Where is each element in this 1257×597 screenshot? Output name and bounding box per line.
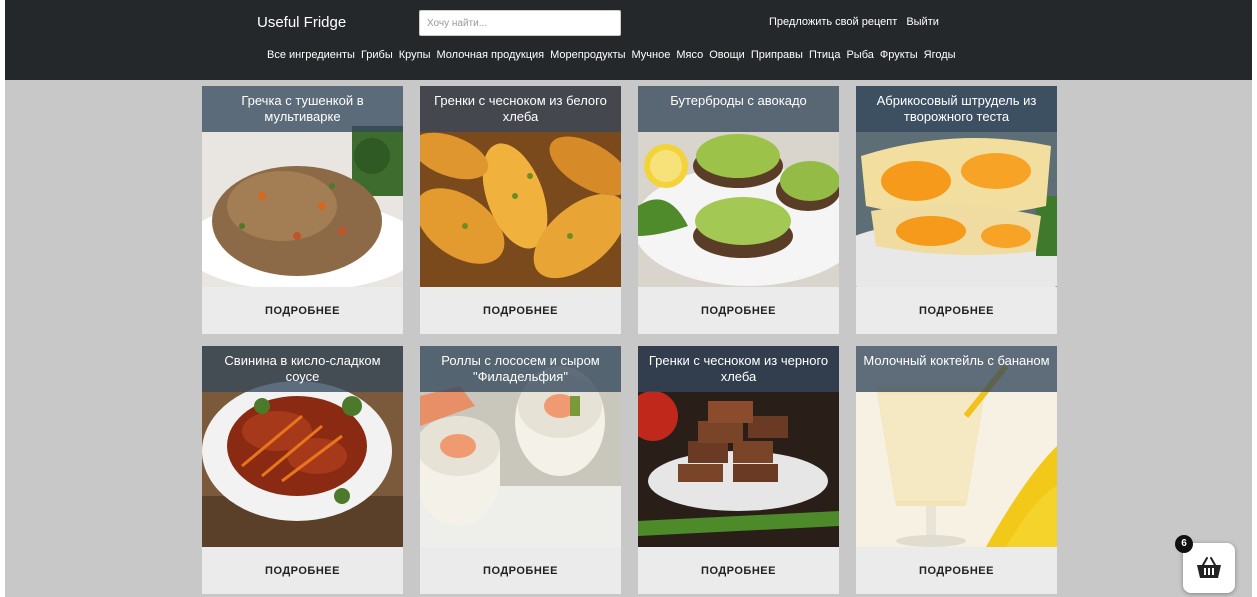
recipe-card: Гренки с чесноком из белого хлеба ПОДРОБ…: [420, 86, 621, 334]
recipe-card: Абрикосовый штрудель из творожного теста…: [856, 86, 1057, 334]
page-border-right: [1252, 0, 1257, 597]
details-button[interactable]: ПОДРОБНЕЕ: [202, 287, 403, 334]
page-border-left: [0, 0, 5, 597]
cart-count-badge: 6: [1175, 535, 1193, 553]
brand-logo-link[interactable]: Useful Fridge: [257, 14, 346, 31]
category-flour[interactable]: Мучное: [632, 49, 671, 61]
recipe-title: Свинина в кисло-сладком соусе: [202, 346, 403, 392]
category-seasonings[interactable]: Приправы: [751, 49, 803, 61]
recipe-card: Гречка с тушенкой в мультиварке ПОДРОБНЕ…: [202, 86, 403, 334]
details-button[interactable]: ПОДРОБНЕЕ: [420, 547, 621, 594]
category-grains[interactable]: Крупы: [399, 49, 431, 61]
recipe-title: Гречка с тушенкой в мультиварке: [202, 86, 403, 132]
category-seafood[interactable]: Морепродукты: [550, 49, 625, 61]
recipe-card: Свинина в кисло-сладком соусе ПОДРОБНЕЕ: [202, 346, 403, 594]
details-button[interactable]: ПОДРОБНЕЕ: [420, 287, 621, 334]
recipe-card: Роллы с лососем и сыром "Филадельфия" ПО…: [420, 346, 621, 594]
search-input[interactable]: [419, 10, 621, 36]
category-dairy[interactable]: Молочная продукция: [437, 49, 545, 61]
category-fish[interactable]: Рыба: [846, 49, 873, 61]
category-poultry[interactable]: Птица: [809, 49, 841, 61]
category-fruits[interactable]: Фрукты: [880, 49, 918, 61]
details-button[interactable]: ПОДРОБНЕЕ: [638, 287, 839, 334]
recipe-card: Молочный коктейль с бананом ПОДРОБНЕЕ: [856, 346, 1057, 594]
category-berries[interactable]: Ягоды: [924, 49, 956, 61]
category-mushrooms[interactable]: Грибы: [361, 49, 393, 61]
logout-link[interactable]: Выйти: [906, 16, 939, 28]
category-nav: Все ингредиенты Грибы Крупы Молочная про…: [267, 49, 956, 61]
cart-button[interactable]: [1183, 543, 1235, 593]
category-all-ingredients[interactable]: Все ингредиенты: [267, 49, 355, 61]
details-button[interactable]: ПОДРОБНЕЕ: [202, 547, 403, 594]
suggest-recipe-link[interactable]: Предложить свой рецепт: [769, 16, 897, 28]
details-button[interactable]: ПОДРОБНЕЕ: [856, 287, 1057, 334]
recipe-title: Роллы с лососем и сыром "Филадельфия": [420, 346, 621, 392]
recipe-grid: Гречка с тушенкой в мультиварке ПОДРОБНЕ…: [202, 86, 1057, 594]
details-button[interactable]: ПОДРОБНЕЕ: [638, 547, 839, 594]
recipe-title: Гренки с чесноком из черного хлеба: [638, 346, 839, 392]
recipe-title: Бутерброды с авокадо: [638, 86, 839, 132]
recipe-title: Абрикосовый штрудель из творожного теста: [856, 86, 1057, 132]
category-vegetables[interactable]: Овощи: [709, 49, 745, 61]
category-meat[interactable]: Мясо: [676, 49, 703, 61]
details-button[interactable]: ПОДРОБНЕЕ: [856, 547, 1057, 594]
recipe-title: Гренки с чесноком из белого хлеба: [420, 86, 621, 132]
user-links: Предложить свой рецепт Выйти: [769, 16, 945, 28]
top-navbar: Useful Fridge Предложить свой рецепт Вый…: [5, 0, 1252, 80]
recipe-card: Гренки с чесноком из черного хлеба ПОДРО…: [638, 346, 839, 594]
basket-icon: [1197, 557, 1221, 578]
recipe-card: Бутерброды с авокадо ПОДРОБНЕЕ: [638, 86, 839, 334]
recipe-title: Молочный коктейль с бананом: [856, 346, 1057, 392]
